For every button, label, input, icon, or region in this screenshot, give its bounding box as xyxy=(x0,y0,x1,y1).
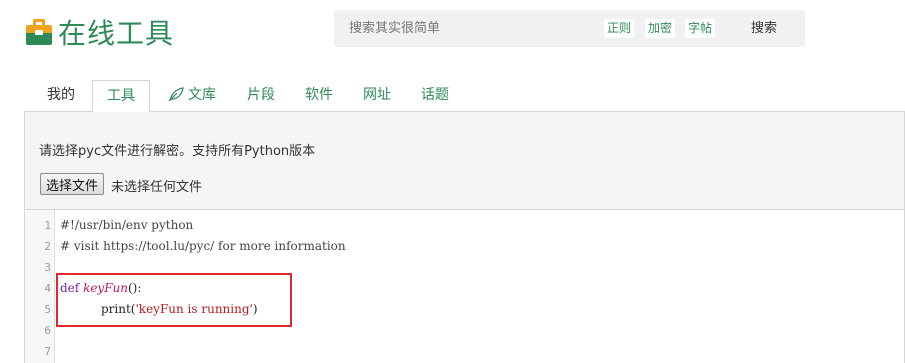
tab-websites[interactable]: 网址 xyxy=(363,80,391,112)
code-line-shebang: #!/usr/bin/env python xyxy=(60,218,194,232)
tab-snippets[interactable]: 片段 xyxy=(247,80,275,112)
search-button[interactable]: 搜索 xyxy=(751,10,777,47)
line-number-gutter: 1 2 3 4 5 6 7 xyxy=(25,210,55,363)
main-tabs: 我的 工具 文库 片段 软件 网址 话题 xyxy=(24,80,905,113)
search-input[interactable] xyxy=(334,10,594,47)
choose-file-button[interactable]: 选择文件 xyxy=(40,173,105,195)
leaf-icon xyxy=(168,87,184,101)
line-number: 3 xyxy=(44,261,51,274)
tab-library-label: 文库 xyxy=(188,87,216,103)
file-status: 未选择任何文件 xyxy=(111,180,203,195)
line-number: 7 xyxy=(44,345,51,358)
tab-library[interactable]: 文库 xyxy=(168,80,216,112)
line-number: 6 xyxy=(44,324,51,337)
code-editor[interactable]: 1 2 3 4 5 6 7 #!/usr/bin/env python # vi… xyxy=(25,209,904,363)
toolbox-icon xyxy=(26,19,52,45)
search-bar: 正则 加密 字帖 搜索 xyxy=(334,10,805,47)
highlight-box xyxy=(56,273,292,327)
line-number: 4 xyxy=(44,282,51,295)
quick-link-encrypt[interactable]: 加密 xyxy=(645,19,676,38)
tab-software[interactable]: 软件 xyxy=(305,80,333,112)
quick-link-copybook[interactable]: 字帖 xyxy=(685,19,716,38)
tool-panel: 请选择pyc文件进行解密。支持所有Python版本 选择文件 未选择任何文件 1… xyxy=(24,112,905,363)
logo-text: 在线工具 xyxy=(58,17,175,50)
tab-topics[interactable]: 话题 xyxy=(421,80,449,112)
line-number: 5 xyxy=(44,303,51,316)
tab-tools[interactable]: 工具 xyxy=(92,80,150,113)
line-number: 2 xyxy=(44,240,51,253)
code-line-comment: # visit https://tool.lu/pyc/ for more in… xyxy=(60,239,346,253)
line-number: 1 xyxy=(44,219,51,232)
tool-description: 请选择pyc文件进行解密。支持所有Python版本 xyxy=(39,144,316,159)
site-logo[interactable]: 在线工具 xyxy=(26,12,174,52)
quick-link-regex[interactable]: 正则 xyxy=(604,19,635,38)
tab-mine[interactable]: 我的 xyxy=(47,80,75,112)
